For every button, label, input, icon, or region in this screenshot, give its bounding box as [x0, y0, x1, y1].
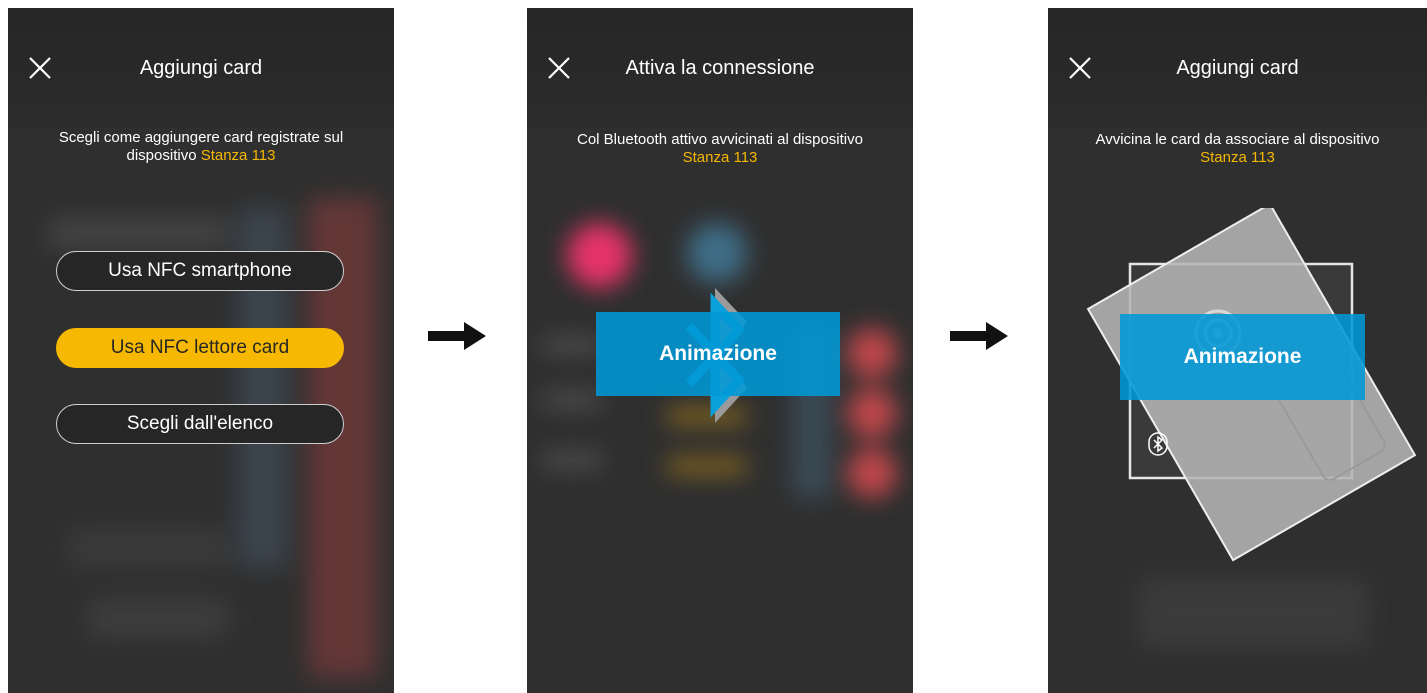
animation-placeholder: Animazione — [1120, 314, 1365, 400]
screen-add-card-method: Aggiungi card Scegli come aggiungere car… — [8, 8, 394, 693]
device-name: Stanza 113 — [682, 149, 758, 166]
arrow-right-icon — [428, 322, 486, 350]
instruction-prefix: dispositivo — [126, 147, 201, 164]
instruction-text: Avvicina le card da associare al disposi… — [1048, 131, 1427, 167]
bluetooth-icon — [1148, 432, 1168, 456]
device-name: Stanza 113 — [200, 147, 276, 164]
instruction-line-device: dispositivo Stanza 113 — [8, 147, 394, 165]
animation-placeholder: Animazione — [596, 312, 840, 396]
use-nfc-card-reader-button[interactable]: Usa NFC lettore card — [56, 328, 344, 368]
instruction-text: Col Bluetooth attivo avvicinati al dispo… — [527, 131, 913, 167]
instruction-line: Col Bluetooth attivo avvicinati al dispo… — [577, 131, 863, 148]
screen-add-card-reader: Aggiungi card Avvicina le card da associ… — [1048, 8, 1427, 693]
arrow-right-icon — [950, 322, 1008, 350]
use-nfc-smartphone-button[interactable]: Usa NFC smartphone — [56, 251, 344, 291]
instruction-line: Scegli come aggiungere card registrate s… — [58, 129, 344, 146]
choose-from-list-button[interactable]: Scegli dall'elenco — [56, 404, 344, 444]
instruction-line: Avvicina le card da associare al disposi… — [1095, 131, 1380, 148]
page-title: Aggiungi card — [139, 57, 263, 79]
page-title: Attiva la connessione — [625, 57, 815, 79]
instruction-text: Scegli come aggiungere card registrate s… — [8, 129, 394, 165]
device-name: Stanza 113 — [1200, 149, 1275, 166]
page-title: Aggiungi card — [1176, 57, 1299, 79]
screen-activate-connection: Attiva la connessione Col Bluetooth atti… — [527, 8, 913, 693]
